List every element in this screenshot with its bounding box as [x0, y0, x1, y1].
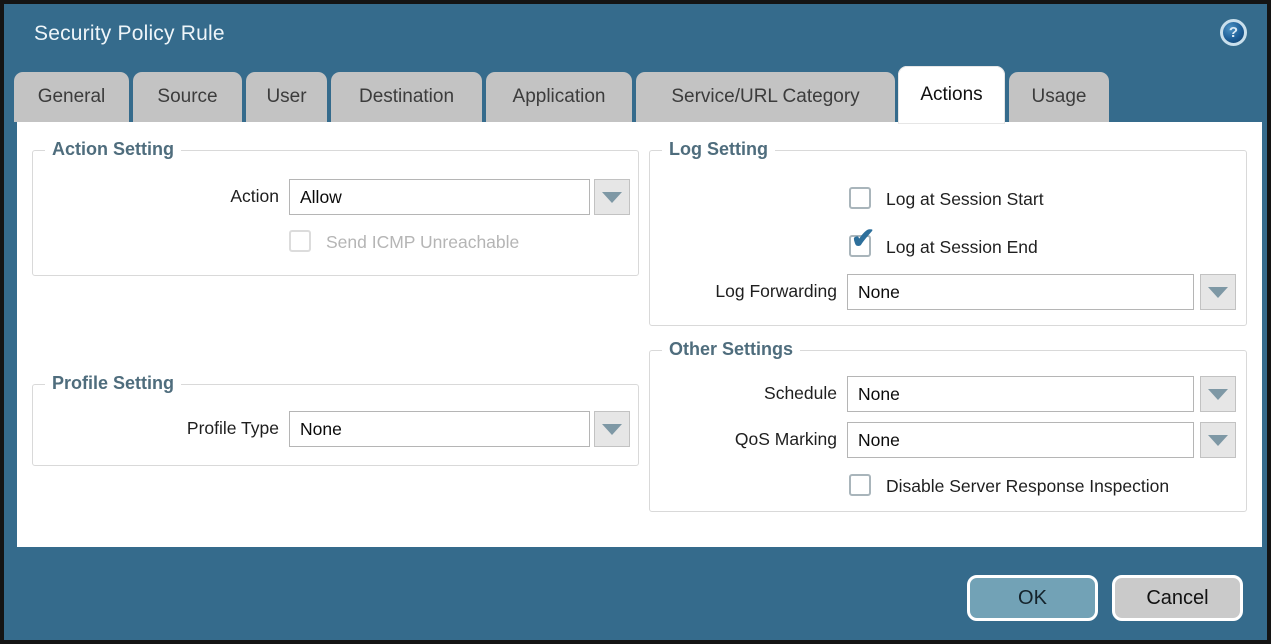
schedule-label: Schedule [617, 383, 837, 404]
qos-marking-dropdown-button[interactable] [1200, 422, 1236, 458]
tab-source[interactable]: Source [133, 72, 242, 122]
tab-destination[interactable]: Destination [331, 72, 482, 122]
tab-actions[interactable]: Actions [898, 66, 1005, 124]
profile-type-label: Profile Type [17, 418, 279, 439]
action-dropdown-button[interactable] [594, 179, 630, 215]
security-policy-rule-dialog: Security Policy Rule ? General Source Us… [0, 0, 1271, 644]
tab-general[interactable]: General [14, 72, 129, 122]
disable-server-response-inspection-checkbox[interactable]: ✔ [849, 474, 871, 496]
send-icmp-unreachable-checkbox: ✔ [289, 230, 311, 252]
action-dropdown[interactable]: Allow [289, 179, 590, 215]
action-dropdown-value: Allow [300, 187, 342, 208]
log-forwarding-label: Log Forwarding [617, 281, 837, 302]
chevron-down-icon [1208, 435, 1228, 446]
chevron-down-icon [1208, 389, 1228, 400]
tab-service-url-category[interactable]: Service/URL Category [636, 72, 895, 122]
qos-marking-dropdown[interactable]: None [847, 422, 1194, 458]
log-setting-legend: Log Setting [662, 139, 775, 160]
schedule-dropdown-button[interactable] [1200, 376, 1236, 412]
cancel-button[interactable]: Cancel [1112, 575, 1243, 621]
qos-marking-dropdown-value: None [858, 430, 900, 451]
schedule-dropdown-value: None [858, 384, 900, 405]
log-at-session-start-checkbox[interactable]: ✔ [849, 187, 871, 209]
tab-user[interactable]: User [246, 72, 327, 122]
qos-marking-label: QoS Marking [617, 429, 837, 450]
log-at-session-start-label: Log at Session Start [886, 189, 1044, 210]
log-forwarding-dropdown[interactable]: None [847, 274, 1194, 310]
other-settings-legend: Other Settings [662, 339, 800, 360]
dialog-title: Security Policy Rule [34, 22, 225, 46]
action-setting-legend: Action Setting [45, 139, 181, 160]
log-at-session-end-label: Log at Session End [886, 237, 1038, 258]
profile-setting-legend: Profile Setting [45, 373, 181, 394]
disable-server-response-inspection-label: Disable Server Response Inspection [886, 476, 1169, 497]
profile-type-dropdown-value: None [300, 419, 342, 440]
chevron-down-icon [1208, 287, 1228, 298]
send-icmp-unreachable-label: Send ICMP Unreachable [326, 232, 519, 253]
help-icon[interactable]: ? [1220, 19, 1247, 46]
tab-application[interactable]: Application [486, 72, 632, 122]
log-at-session-end-checkbox[interactable]: ✔ [849, 235, 871, 257]
action-label: Action [17, 186, 279, 207]
actions-tab-panel: Action Setting Action Allow ✔ Send ICMP … [17, 122, 1262, 547]
log-forwarding-dropdown-value: None [858, 282, 900, 303]
check-icon: ✔ [851, 225, 875, 254]
schedule-dropdown[interactable]: None [847, 376, 1194, 412]
log-forwarding-dropdown-button[interactable] [1200, 274, 1236, 310]
ok-button[interactable]: OK [967, 575, 1098, 621]
profile-type-dropdown[interactable]: None [289, 411, 590, 447]
chevron-down-icon [602, 192, 622, 203]
help-icon-glyph: ? [1229, 24, 1238, 41]
tab-usage[interactable]: Usage [1009, 72, 1109, 122]
